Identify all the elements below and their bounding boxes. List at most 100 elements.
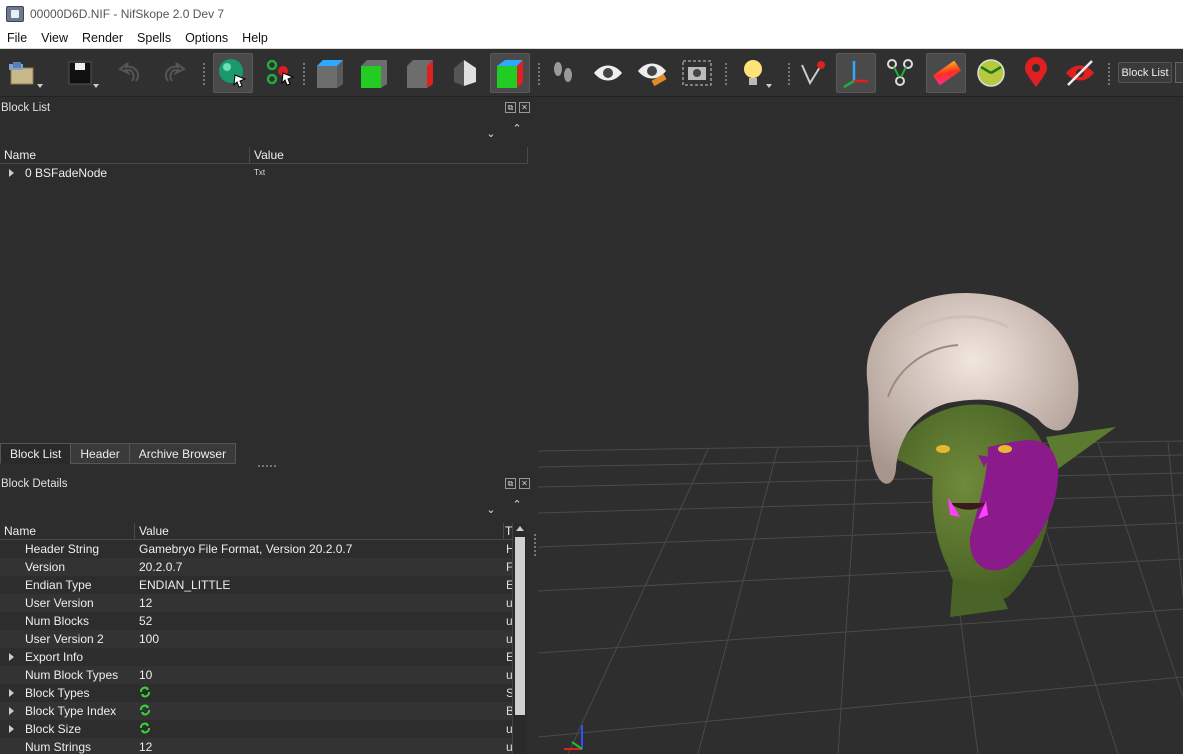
field-type: B — [506, 704, 512, 718]
render-viewport[interactable] — [538, 97, 1183, 754]
column-header-type[interactable]: T — [504, 523, 512, 540]
array-refresh-icon — [140, 686, 150, 698]
view-perspective-toggle-icon[interactable] — [445, 53, 485, 93]
menu-options[interactable]: Options — [178, 31, 235, 45]
select-object-icon[interactable] — [213, 53, 253, 93]
block-value: Txt — [254, 168, 266, 177]
expand-arrow-icon[interactable] — [9, 689, 14, 697]
tab-block-list[interactable]: Block List — [0, 443, 72, 464]
table-row[interactable]: Version 20.2.0.7 F — [0, 558, 512, 576]
walk-mode-icon[interactable] — [543, 53, 583, 93]
column-header-name[interactable]: Name — [0, 147, 250, 164]
block-list-title: Block List — [1, 102, 51, 114]
field-type: u — [506, 668, 512, 682]
table-row[interactable]: Header String Gamebryo File Format, Versi… — [0, 540, 512, 558]
table-row[interactable]: User Version 12 u — [0, 594, 512, 612]
field-type: u — [506, 614, 512, 628]
table-row[interactable]: Block Type Index B — [0, 702, 512, 720]
show-nodes-icon[interactable] — [880, 53, 920, 93]
field-type: u — [506, 740, 512, 754]
expand-all-icon[interactable]: ⌄ — [484, 127, 498, 141]
column-header-name[interactable]: Name — [0, 523, 135, 540]
menu-view[interactable]: View — [34, 31, 75, 45]
close-icon[interactable]: ✕ — [519, 102, 530, 113]
field-value: 12 — [139, 740, 153, 754]
undo-icon[interactable] — [110, 53, 150, 93]
block-details-title: Block Details — [1, 478, 68, 490]
table-row[interactable]: Block Types S — [0, 684, 512, 702]
block-list-toggle-button[interactable]: Block List — [1118, 62, 1172, 83]
dock-tabs: Block List Header Archive Browser — [0, 443, 237, 464]
scrollbar-thumb[interactable] — [515, 537, 525, 715]
table-row[interactable]: Num Block Types 10 u — [0, 666, 512, 684]
menu-render[interactable]: Render — [75, 31, 130, 45]
menu-spells[interactable]: Spells — [130, 31, 178, 45]
tree-row[interactable]: 0 BSFadeNode Txt — [0, 164, 528, 182]
field-name: Num Blocks — [25, 614, 90, 628]
table-row[interactable]: Endian Type ENDIAN_LITTLE E — [0, 576, 512, 594]
field-name: Num Strings — [25, 740, 92, 754]
view-user-icon[interactable] — [490, 53, 530, 93]
expand-arrow-icon[interactable] — [9, 169, 14, 177]
view-top-icon[interactable] — [310, 53, 350, 93]
tab-archive-browser[interactable]: Archive Browser — [128, 443, 237, 464]
hidden-objects-icon[interactable] — [632, 53, 672, 93]
toolbar-overflow-button[interactable] — [1175, 62, 1183, 83]
save-file-icon[interactable] — [60, 53, 100, 93]
menu-bar: File View Render Spells Options Help — [0, 27, 1183, 49]
float-icon[interactable]: ⧉ — [505, 102, 516, 113]
field-name: Block Size — [25, 722, 82, 736]
menu-help[interactable]: Help — [235, 31, 275, 45]
details-scrollbar[interactable] — [512, 523, 526, 754]
field-type: E — [506, 650, 512, 664]
show-havok-icon[interactable] — [1016, 53, 1056, 93]
field-value: Gamebryo File Format, Version 20.2.0.7 — [139, 542, 353, 556]
expand-all-icon[interactable]: ⌄ — [484, 503, 498, 517]
field-type: F — [506, 560, 512, 574]
expand-arrow-icon[interactable] — [9, 653, 14, 661]
tab-header[interactable]: Header — [70, 443, 130, 464]
dock-splitter-handle[interactable] — [534, 534, 537, 556]
expand-arrow-icon[interactable] — [9, 707, 14, 715]
field-name: User Version — [25, 596, 94, 610]
scroll-up-icon[interactable] — [516, 526, 524, 531]
field-name: Version — [25, 560, 66, 574]
field-type: E — [506, 578, 512, 592]
table-row[interactable]: Num Strings 12 u — [0, 738, 512, 754]
float-icon[interactable]: ⧉ — [505, 478, 516, 489]
collapse-all-icon[interactable]: ⌃ — [510, 498, 524, 512]
viewport-canvas[interactable] — [538, 97, 1183, 754]
show-marker-icon[interactable] — [971, 53, 1011, 93]
field-type: u — [506, 632, 512, 646]
open-file-icon[interactable] — [4, 53, 44, 93]
lighting-icon[interactable] — [733, 53, 773, 93]
redo-icon[interactable] — [154, 53, 194, 93]
collapse-all-icon[interactable]: ⌃ — [510, 122, 524, 136]
table-row[interactable]: Num Blocks 52 u — [0, 612, 512, 630]
field-type: u — [506, 722, 512, 736]
view-front-icon[interactable] — [354, 53, 394, 93]
column-header-value[interactable]: Value — [135, 523, 504, 540]
menu-file[interactable]: File — [0, 31, 34, 45]
vertex-colors-icon[interactable] — [926, 53, 966, 93]
close-icon[interactable]: ✕ — [519, 478, 530, 489]
table-row[interactable]: Export Info E — [0, 648, 512, 666]
splitter-handle[interactable] — [258, 465, 276, 471]
field-type: S — [506, 686, 512, 700]
select-vertex-icon[interactable] — [259, 53, 299, 93]
screenshot-icon[interactable] — [677, 53, 717, 93]
transform-gizmo-icon[interactable] — [836, 53, 876, 93]
window-title: 00000D6D.NIF - NifSkope 2.0 Dev 7 — [30, 6, 225, 21]
visibility-icon[interactable] — [588, 53, 628, 93]
field-value: 10 — [139, 668, 153, 682]
field-name: Num Block Types — [25, 668, 119, 682]
view-side-icon[interactable] — [400, 53, 440, 93]
block-list-tree[interactable]: Name Value 0 BSFadeNode Txt — [0, 147, 528, 443]
table-row[interactable]: Block Size u — [0, 720, 512, 738]
expand-arrow-icon[interactable] — [9, 725, 14, 733]
block-details-tree[interactable]: Name Value T Header String Gamebryo File … — [0, 523, 512, 754]
show-axes-icon[interactable] — [792, 53, 832, 93]
hide-objects-icon[interactable] — [1060, 53, 1100, 93]
column-header-value[interactable]: Value — [250, 147, 528, 164]
table-row[interactable]: User Version 2 100 u — [0, 630, 512, 648]
